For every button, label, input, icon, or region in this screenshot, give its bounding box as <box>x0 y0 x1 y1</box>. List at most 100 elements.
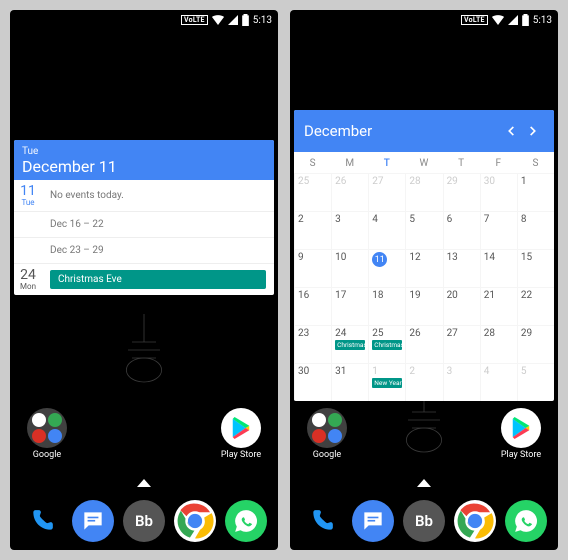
day-cell[interactable]: 25Christmas <box>368 325 405 363</box>
day-cell[interactable]: 1 <box>517 173 554 211</box>
messages-app[interactable] <box>72 500 114 542</box>
play-store-app[interactable]: Play Store <box>218 408 264 460</box>
day-cell[interactable]: 4 <box>480 363 517 401</box>
day-cell[interactable]: 10 <box>331 249 368 287</box>
day-number: 2 <box>298 214 328 225</box>
google-folder[interactable]: Google <box>304 408 350 460</box>
day-cell[interactable]: 30 <box>294 363 331 401</box>
day-cell[interactable]: 7 <box>480 211 517 249</box>
day-event-chip[interactable]: Christmas <box>335 340 365 350</box>
day-cell[interactable]: 13 <box>443 249 480 287</box>
day-cell[interactable]: 23 <box>294 325 331 363</box>
whatsapp-app[interactable] <box>225 500 267 542</box>
day-cell[interactable]: 6 <box>443 211 480 249</box>
day-cell[interactable]: 16 <box>294 287 331 325</box>
day-cell[interactable]: 2 <box>294 211 331 249</box>
day-cell[interactable]: 4 <box>368 211 405 249</box>
play-store-label: Play Store <box>221 450 261 460</box>
chrome-app[interactable] <box>174 500 216 542</box>
day-cell[interactable]: 29 <box>443 173 480 211</box>
day-cell[interactable]: 27 <box>443 325 480 363</box>
day-number: 3 <box>335 214 365 225</box>
phone-app[interactable] <box>301 500 343 542</box>
day-cell[interactable]: 28 <box>480 325 517 363</box>
messages-app[interactable] <box>352 500 394 542</box>
day-number: 27 <box>447 328 477 339</box>
day-cell[interactable]: 30 <box>480 173 517 211</box>
day-number: 31 <box>335 366 365 377</box>
bb-app[interactable]: Bb <box>123 500 165 542</box>
event-chip[interactable]: Christmas Eve <box>50 270 266 289</box>
app-drawer-handle[interactable] <box>417 476 431 490</box>
day-cell[interactable]: 5 <box>517 363 554 401</box>
day-cell[interactable]: 12 <box>405 249 442 287</box>
agenda-header[interactable]: Tue December 11 <box>14 140 274 180</box>
home-app-row: Google Play Store <box>290 408 558 460</box>
day-number: 2 <box>409 366 439 377</box>
day-cell[interactable]: 1New Year <box>368 363 405 401</box>
day-cell[interactable]: 26 <box>331 173 368 211</box>
calendar-agenda-widget[interactable]: Tue December 11 11TueNo events today.Dec… <box>14 140 274 295</box>
day-cell[interactable]: 17 <box>331 287 368 325</box>
day-number: 26 <box>335 176 365 187</box>
day-cell[interactable]: 25 <box>294 173 331 211</box>
dock: Bb <box>290 500 558 542</box>
folder-label: Google <box>313 450 341 460</box>
agenda-row[interactable]: 24MonChristmas Eve <box>14 263 274 295</box>
day-cell[interactable]: 15 <box>517 249 554 287</box>
day-cell[interactable]: 3 <box>331 211 368 249</box>
prev-month-button[interactable] <box>500 120 522 142</box>
day-cell[interactable]: 5 <box>405 211 442 249</box>
agenda-row[interactable]: 11TueNo events today. <box>14 180 274 211</box>
day-cell[interactable]: 29 <box>517 325 554 363</box>
day-cell[interactable]: 11 <box>368 249 405 287</box>
day-number: 1 <box>372 366 402 377</box>
day-cell[interactable]: 8 <box>517 211 554 249</box>
day-number: 29 <box>521 328 551 339</box>
day-cell[interactable]: 18 <box>368 287 405 325</box>
app-drawer-handle[interactable] <box>137 476 151 490</box>
day-cell[interactable]: 24Christmas <box>331 325 368 363</box>
wifi-icon <box>212 15 224 25</box>
day-event-chip[interactable]: New Year <box>372 378 402 388</box>
day-cell[interactable]: 19 <box>405 287 442 325</box>
agenda-row[interactable]: Dec 23 – 29 <box>14 237 274 263</box>
google-folder[interactable]: Google <box>24 408 70 460</box>
phone-app[interactable] <box>21 500 63 542</box>
calendar-month-widget[interactable]: December SMTWTFS252627282930123456789101… <box>294 110 554 401</box>
day-number: 5 <box>521 366 551 377</box>
day-cell[interactable]: 31 <box>331 363 368 401</box>
whatsapp-app[interactable] <box>505 500 547 542</box>
day-cell[interactable]: 21 <box>480 287 517 325</box>
day-number: 6 <box>447 214 477 225</box>
agenda-row[interactable]: Dec 16 – 22 <box>14 211 274 237</box>
month-title[interactable]: December <box>304 122 500 140</box>
next-month-button[interactable] <box>522 120 544 142</box>
day-cell[interactable]: 26 <box>405 325 442 363</box>
day-cell[interactable]: 22 <box>517 287 554 325</box>
dow-cell: F <box>480 152 517 173</box>
home-app-row: Google Play Store <box>10 408 278 460</box>
dow-cell: S <box>294 152 331 173</box>
day-number: 26 <box>409 328 439 339</box>
agenda-date-col: 11Tue <box>14 180 42 211</box>
chrome-app[interactable] <box>454 500 496 542</box>
agenda-content: Christmas Eve <box>42 264 274 295</box>
day-cell[interactable]: 3 <box>443 363 480 401</box>
day-cell[interactable]: 9 <box>294 249 331 287</box>
day-number: 22 <box>521 290 551 301</box>
day-cell[interactable]: 20 <box>443 287 480 325</box>
day-number: 17 <box>335 290 365 301</box>
day-number: 20 <box>447 290 477 301</box>
agenda-content: Dec 16 – 22 <box>42 212 274 237</box>
folder-icon <box>27 408 67 448</box>
bb-app[interactable]: Bb <box>403 500 445 542</box>
day-event-chip[interactable]: Christmas <box>372 340 402 350</box>
play-store-app[interactable]: Play Store <box>498 408 544 460</box>
day-number: 12 <box>409 252 439 263</box>
day-cell[interactable]: 28 <box>405 173 442 211</box>
day-cell[interactable]: 2 <box>405 363 442 401</box>
agenda-header-date: December 11 <box>22 157 266 176</box>
day-cell[interactable]: 27 <box>368 173 405 211</box>
day-cell[interactable]: 14 <box>480 249 517 287</box>
